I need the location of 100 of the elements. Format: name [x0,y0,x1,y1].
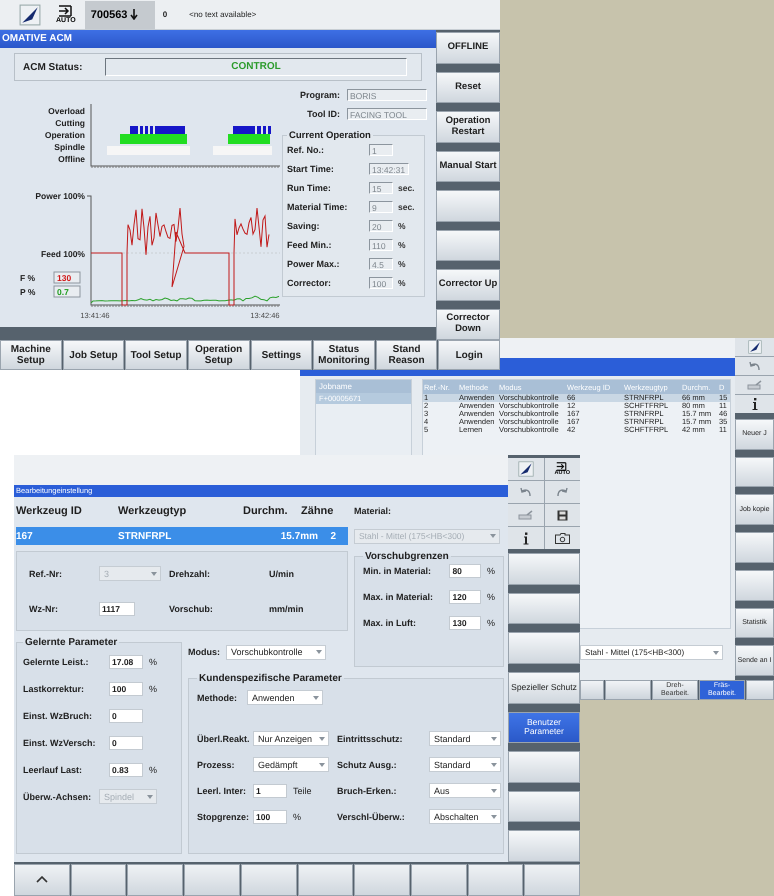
caret-down-icon [319,762,325,766]
pointer-icon[interactable] [748,340,762,354]
column-header: Jobname [316,380,411,393]
field-label: Min. in Material: [363,566,432,576]
status-message: <no text available> [189,10,256,19]
input-field[interactable]: 0 [109,736,143,750]
panel-title: Current Operation [288,130,372,141]
save-icon[interactable] [556,510,568,520]
material-dropdown[interactable]: Stahl - Mittel (175<HB<300) [580,645,723,660]
timeline-label: Cutting [55,118,85,128]
field-label: Bruch-Erken.: [337,786,398,796]
program-button[interactable]: 700563 [84,0,155,28]
unit-label: sec. [398,183,415,193]
side-button[interactable]: Reset [436,72,500,103]
field-label: Lastkorrektur: [23,684,86,694]
unit-label: % [149,684,158,694]
undo-icon[interactable] [748,361,760,371]
input-field[interactable]: 80 [449,564,481,578]
menu-button[interactable]: Machine Setup [0,340,62,370]
dropdown[interactable]: Gedämpft [253,757,329,772]
field-label: Einst. WzBruch: [23,710,93,720]
field-label: Material Time: [287,202,348,212]
dropdown[interactable]: Standard [429,757,501,772]
menu-button[interactable]: Job Setup [62,340,124,370]
field-label: Leerlauf Last: [23,764,84,774]
caret-down-icon [491,762,497,766]
readout-label: P % [20,287,36,297]
method-dropdown[interactable]: Anwenden [247,690,323,705]
value-field: 110 [369,239,393,251]
field-label: Eintrittsschutz: [337,734,404,744]
field-label: Ref.-Nr: [29,568,63,579]
field-label: Power Max.: [287,259,341,269]
unit-label: % [486,618,495,628]
readout-value: 0.7 [57,287,69,297]
menu-button[interactable]: Login [438,340,500,370]
pointer-icon[interactable] [518,461,534,477]
field-label: Max. in Luft: [363,618,417,628]
tool-id-field: FACING TOOL [347,108,427,120]
value-field: 20 [369,220,393,232]
side-button[interactable]: Manual Start [436,150,500,182]
input-field[interactable]: 130 [449,616,481,630]
caret-down-icon [319,736,325,740]
input-field[interactable]: 100 [253,810,287,824]
timeline-label: Operation [44,130,85,140]
caret-down-icon [316,650,322,654]
menu-button[interactable]: Tool Setup [125,340,187,370]
value-field: 15 [369,182,393,194]
side-button[interactable]: Benutzer Parameter [508,712,580,744]
value-field: 100 [369,277,393,289]
dropdown[interactable]: Aus [429,783,501,798]
info-icon[interactable] [752,398,758,410]
field-label: Einst. WzVersch: [23,738,97,748]
unit-label: Teile [293,786,312,796]
field-label: Modus: [188,647,220,657]
table-cell-text: 2 [329,530,336,542]
unit-label: % [149,656,158,666]
caret-down-icon [491,814,497,818]
menu-button[interactable]: Settings [250,340,312,370]
caret-down-icon [490,534,496,538]
dropdown[interactable]: Nur Anzeigen [253,731,329,746]
menu-button[interactable]: Stand Reason [376,340,438,370]
scroll-up-button[interactable] [14,864,70,896]
dropdown[interactable]: Standard [429,731,501,746]
field-label: Gelernte Leist.: [23,656,90,666]
blank-button[interactable] [508,790,580,822]
redo-icon[interactable] [556,487,568,497]
side-button[interactable]: Spezieller Schutz [508,672,580,704]
column-header: Werkzeugtyp [118,505,188,517]
column-header: Zähne [301,505,334,517]
side-button[interactable]: OFFLINE [436,32,500,64]
side-button[interactable]: Operation Restart [436,111,500,142]
pointer-icon[interactable] [19,4,41,26]
input-field[interactable]: 1117 [99,602,135,616]
menu-button[interactable]: Operation Setup [188,340,250,370]
dropdown[interactable]: Abschalten [429,809,501,824]
field-label: Leerl. Inter: [197,786,248,796]
mode-dropdown[interactable]: Vorschubkontrolle [226,644,326,660]
edit-icon[interactable] [746,380,762,390]
input-field[interactable]: 0 [109,708,143,722]
side-button[interactable]: Corrector Down [436,308,500,340]
input-field[interactable]: 120 [449,590,481,604]
blank-button[interactable] [735,456,774,488]
side-button[interactable]: Corrector Up [436,269,500,300]
edit-icon[interactable] [516,510,535,520]
status-field: CONTROL [105,58,407,76]
column-header: Werkzeug ID [16,505,83,517]
unit-label: % [398,278,406,288]
input-field[interactable]: 17.08 [109,654,143,668]
caret-down-icon [491,788,497,792]
info-icon[interactable] [522,532,529,544]
panel-title: Vorschubgrenzen [364,551,450,562]
input-field[interactable]: 100 [109,682,143,696]
value-field: 1 [369,144,393,156]
input-field[interactable]: 1 [253,784,287,798]
blank-button[interactable] [508,592,580,624]
menu-button[interactable]: Status Monitoring [313,340,375,370]
panel-title: Kundenspezifische Parameter [198,673,343,684]
unit-label: U/min [269,568,296,579]
undo-icon[interactable] [520,487,532,497]
input-field[interactable]: 0.83 [109,762,143,776]
